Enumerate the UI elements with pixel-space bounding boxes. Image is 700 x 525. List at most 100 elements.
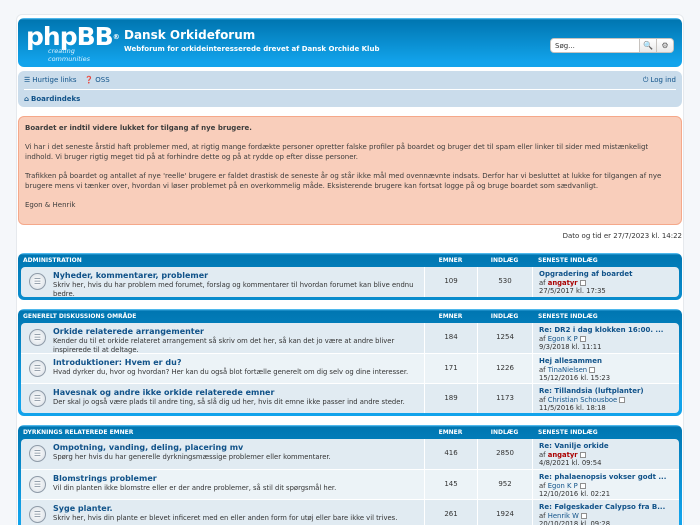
- forum-read-icon: ☰: [29, 329, 46, 346]
- last-post-title[interactable]: Re: DR2 i dag klokken 16:00. ...: [539, 326, 679, 335]
- forum-last-post: Re: phalaenopsis vokser godt ... af Egon …: [532, 470, 679, 499]
- last-post-user[interactable]: Egon K P: [548, 482, 578, 490]
- last-post-date: 15/12/2016 kl. 15:23: [539, 374, 611, 382]
- last-post-user[interactable]: angatyr: [548, 279, 578, 287]
- goto-post-icon[interactable]: [579, 451, 586, 458]
- forum-topic-count: 184: [424, 323, 477, 353]
- goto-post-icon[interactable]: [579, 482, 586, 489]
- last-post-date: 9/3/2018 kl. 11:11: [539, 343, 602, 351]
- goto-post-icon[interactable]: [579, 279, 586, 286]
- forum-row: ☰ Introduktioner: Hvem er du? Hvad dyrker …: [21, 353, 679, 383]
- forum-title[interactable]: Syge planter.: [53, 504, 424, 514]
- forum-topic-count: 189: [424, 384, 477, 413]
- last-post-by: af: [539, 481, 546, 490]
- column-posts: Indlæg: [490, 428, 519, 436]
- forum-row: ☰ Nyheder, kommentarer, problemer Skriv he…: [21, 267, 679, 297]
- forum-topic-count: 261: [424, 500, 477, 525]
- announcement: Boardet er indtil videre lukket for tilg…: [18, 116, 682, 225]
- forum-topic-count: 171: [424, 354, 477, 383]
- forum-last-post: Re: Tillandsia (luftplanter) af Christian…: [532, 384, 679, 413]
- last-post-by: af: [539, 278, 546, 287]
- last-post-user[interactable]: Henrik W: [548, 512, 579, 520]
- forum-description: Hvad dyrker du, hvor og hvordan? Her kan…: [53, 368, 409, 376]
- forum-description: Vil din planten ikke blomstre eller er d…: [53, 484, 337, 492]
- last-post-user[interactable]: Egon K P: [548, 335, 578, 343]
- navbar: ☰ Hurtige links ❓ OSS ⏻ Log ind ⌂ Boardindek…: [18, 71, 682, 107]
- announcement-paragraph: Vi har i det seneste årstid haft problem…: [25, 142, 649, 162]
- forum-topic-count: 145: [424, 470, 477, 499]
- forum-post-count: 1254: [477, 323, 532, 353]
- forum-description: Der skal jo også være plads til andre ti…: [53, 398, 405, 406]
- category-name[interactable]: Generelt diskussions område: [21, 313, 424, 320]
- forum-category: Generelt diskussions område Emner Indlæg Se…: [18, 309, 682, 416]
- announcement-title: Boardet er indtil videre lukket for tilg…: [25, 124, 252, 132]
- forum-category: Administration Emner Indlæg Seneste indlæg ☰…: [18, 253, 682, 300]
- last-post-title[interactable]: Hej allesammen: [539, 357, 679, 366]
- last-post-user[interactable]: Christian Schousboe: [548, 396, 618, 404]
- forum-title[interactable]: Orkide relaterede arrangementer: [53, 327, 424, 337]
- forum-row: ☰ Ompotning, vanding, deling, placering m…: [21, 439, 679, 469]
- search-input[interactable]: [551, 39, 639, 52]
- search-icon[interactable]: 🔍: [639, 39, 656, 52]
- forum-row: ☰ Syge planter. Skriv her, hvis din plante…: [21, 499, 679, 525]
- login-link[interactable]: ⏻ Log ind: [643, 76, 676, 85]
- last-post-title[interactable]: Opgradering af boardet: [539, 270, 679, 279]
- header-bar: phpBB® creating communities Dansk Orkide…: [18, 18, 682, 67]
- category-header: Generelt diskussions område Emner Indlæg Se…: [21, 309, 679, 323]
- column-last-post: Seneste indlæg: [538, 312, 598, 320]
- forum-read-icon: ☰: [29, 445, 46, 462]
- forum-read-icon: ☰: [29, 273, 46, 290]
- power-icon: ⏻: [642, 75, 649, 84]
- quicklinks-menu[interactable]: ☰ Hurtige links: [24, 76, 77, 84]
- category-header: Administration Emner Indlæg Seneste indlæg: [21, 253, 679, 267]
- last-post-date: 11/5/2016 kl. 18:18: [539, 404, 606, 412]
- menu-icon: ☰: [24, 76, 31, 84]
- site-title[interactable]: Dansk Orkideforum: [124, 28, 255, 42]
- gear-icon[interactable]: ⚙: [656, 39, 673, 52]
- last-post-by: af: [539, 365, 546, 374]
- forum-title[interactable]: Nyheder, kommentarer, problemer: [53, 271, 424, 281]
- last-post-date: 27/5/2017 kl. 17:35: [539, 287, 606, 295]
- last-post-title[interactable]: Re: Vanilje orkide: [539, 442, 679, 451]
- announcement-signature: Egon & Henrik: [25, 200, 76, 209]
- forum-last-post: Re: DR2 i dag klokken 16:00. ... af Egon …: [532, 323, 679, 353]
- forum-read-icon: ☰: [29, 506, 46, 523]
- category-name[interactable]: Administration: [21, 257, 424, 264]
- current-datetime: Dato og tid er 27/7/2023 kl. 14:22: [562, 232, 682, 240]
- category-name[interactable]: Dyrknings relaterede emner: [21, 429, 424, 436]
- goto-post-icon[interactable]: [589, 366, 596, 373]
- site-description: Webforum for orkideinteresserede drevet …: [124, 45, 380, 53]
- forum-title[interactable]: Introduktioner: Hvem er du?: [53, 358, 424, 368]
- home-icon: ⌂: [24, 94, 30, 103]
- column-last-post: Seneste indlæg: [538, 256, 598, 264]
- goto-post-icon[interactable]: [580, 512, 587, 519]
- goto-post-icon[interactable]: [619, 396, 626, 403]
- last-post-title[interactable]: Re: Tillandsia (luftplanter): [539, 387, 679, 396]
- announcement-paragraph: Trafikken på boardet og antallet af nye …: [25, 171, 662, 191]
- last-post-user[interactable]: angatyr: [548, 451, 578, 459]
- last-post-title[interactable]: Re: phalaenopsis vokser godt ...: [539, 473, 679, 482]
- board-index-label: Boardindeks: [31, 94, 81, 103]
- last-post-title[interactable]: Re: Følgeskader Calypso fra B...: [539, 503, 679, 512]
- forum-read-icon: ☰: [29, 360, 46, 377]
- forum-last-post: Hej allesammen af TinaNielsen 15/12/2016 k…: [532, 354, 679, 383]
- forum-description: Kender du til et orkide relateret arrang…: [53, 337, 395, 354]
- forum-title[interactable]: Blomstrings problemer: [53, 474, 424, 484]
- forum-post-count: 1924: [477, 500, 532, 525]
- forum-last-post: Re: Vanilje orkide af angatyr 4/8/2021 kl.…: [532, 439, 679, 469]
- faq-link[interactable]: ❓ OSS: [85, 76, 110, 84]
- goto-post-icon[interactable]: [579, 335, 586, 342]
- forum-topic-count: 109: [424, 267, 477, 297]
- faq-label: OSS: [95, 76, 110, 84]
- forum-title[interactable]: Havesnak og andre ikke orkide relaterede…: [53, 388, 424, 398]
- last-post-user[interactable]: TinaNielsen: [548, 366, 587, 374]
- forum-post-count: 1173: [477, 384, 532, 413]
- forum-post-count: 1226: [477, 354, 532, 383]
- site-logo[interactable]: phpBB® creating communities: [26, 24, 120, 64]
- forum-title[interactable]: Ompotning, vanding, deling, placering mv: [53, 443, 424, 453]
- forum-row: ☰ Havesnak og andre ikke orkide relatered…: [21, 383, 679, 413]
- breadcrumb-board-index[interactable]: ⌂ Boardindeks: [24, 95, 80, 103]
- last-post-by: af: [539, 511, 546, 520]
- forum-category: Dyrknings relaterede emner Emner Indlæg Sen…: [18, 425, 682, 525]
- column-topics: Emner: [438, 312, 463, 320]
